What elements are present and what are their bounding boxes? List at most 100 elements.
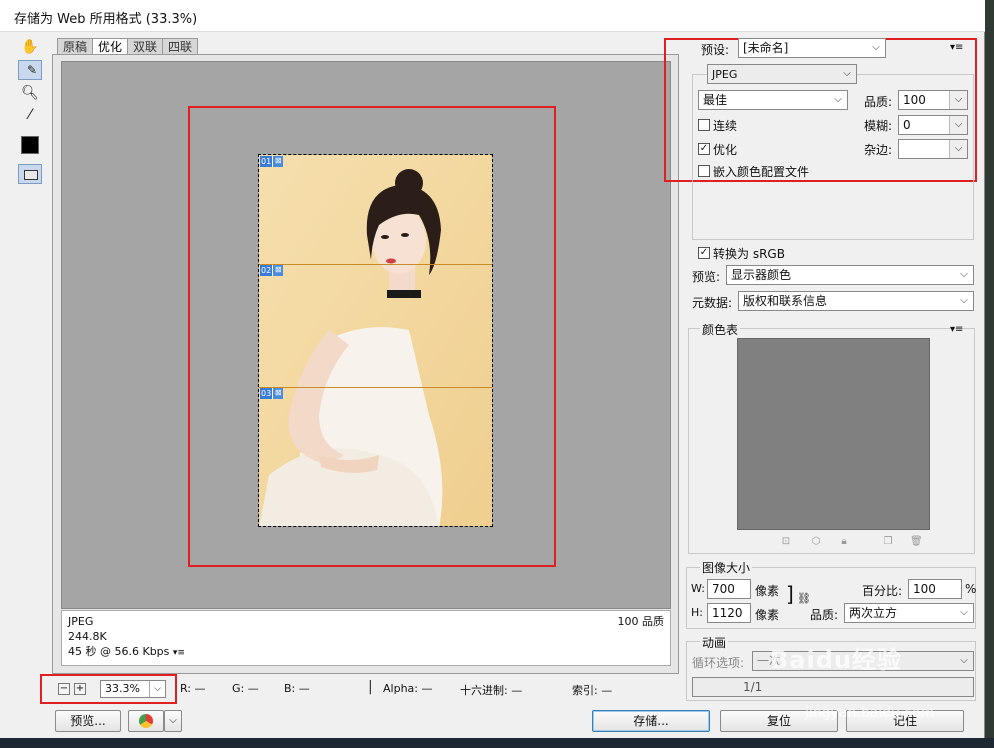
chevron-down-icon: ⌵ bbox=[960, 655, 968, 666]
frame-counter: 1/1 bbox=[743, 680, 763, 694]
preview-button[interactable]: 预览... bbox=[55, 710, 121, 732]
percent-unit: % bbox=[965, 582, 977, 596]
title-bar: 存储为 Web 所用格式 (33.3%) bbox=[0, 0, 985, 32]
optimized-checkbox[interactable]: ✓ bbox=[698, 143, 710, 155]
status-index: 索引: — bbox=[572, 684, 613, 697]
status-g: G: — bbox=[232, 682, 259, 695]
status-bar: − + 33.3% ⌵ R: — G: — B: — | Alpha: — 十六… bbox=[40, 676, 680, 702]
chevron-down-icon: ⌵ bbox=[169, 715, 177, 726]
optimized-label: 优化 bbox=[713, 143, 738, 157]
zoom-select[interactable]: 33.3% ⌵ bbox=[100, 680, 166, 698]
height-label: H: bbox=[691, 606, 703, 619]
menu-icon[interactable]: ▾≡ bbox=[173, 648, 185, 658]
quality-label: 品质: bbox=[864, 95, 893, 109]
background-window-edge bbox=[985, 0, 994, 748]
tab-4-up[interactable]: 四联 bbox=[162, 38, 199, 55]
watermark: Baidu经验 bbox=[770, 646, 902, 674]
web-shift-icon[interactable]: ⬡ bbox=[810, 536, 822, 548]
zoom-tool-icon[interactable]: 🔍︎ bbox=[18, 82, 42, 104]
preview-mode-label: 预览: bbox=[692, 270, 721, 284]
tab-2-up[interactable]: 双联 bbox=[127, 38, 164, 55]
hand-tool-icon[interactable]: ✋ bbox=[18, 36, 42, 58]
chevron-down-icon: ⌵ bbox=[960, 607, 968, 618]
eyedropper-tool-icon[interactable]: ⁄ bbox=[18, 104, 42, 126]
link-icon[interactable]: ⛓︎ bbox=[797, 592, 811, 605]
eyedropper-color-swatch[interactable] bbox=[21, 136, 39, 154]
map-color-icon[interactable]: ⊡ bbox=[780, 536, 792, 548]
tab-optimized[interactable]: 优化 bbox=[92, 38, 129, 55]
browser-icon bbox=[139, 714, 153, 728]
watermark-sub: jingyan.baidu.com bbox=[805, 705, 935, 721]
chevron-down-icon: ⌵ bbox=[949, 91, 967, 109]
width-unit: 像素 bbox=[755, 584, 780, 598]
color-table-title: 颜色表 bbox=[700, 321, 741, 338]
height-input[interactable]: 1120 bbox=[707, 603, 751, 623]
status-hex: 十六进制: — bbox=[460, 684, 523, 697]
preview-mode-select[interactable]: 显示器颜色 ⌵ bbox=[726, 265, 974, 285]
chevron-down-icon: ⌵ bbox=[960, 269, 968, 280]
quality-preset-select[interactable]: 最佳 ⌵ bbox=[698, 90, 848, 110]
divider: | bbox=[368, 679, 373, 695]
matte-select[interactable]: ⌵ bbox=[898, 139, 968, 159]
taskbar bbox=[0, 738, 994, 748]
image-size-title: 图像大小 bbox=[700, 559, 753, 576]
save-for-web-dialog: 存储为 Web 所用格式 (33.3%) ✋ ✎ 🔍︎ ⁄ 原稿 优化 双联 四… bbox=[0, 0, 985, 748]
status-r: R: — bbox=[180, 682, 206, 695]
save-button[interactable]: 存储... bbox=[592, 710, 710, 732]
browser-dropdown-button[interactable]: ⌵ bbox=[164, 710, 182, 732]
loop-label: 循环选项: bbox=[692, 656, 745, 670]
frame-controls: 1/1 bbox=[692, 677, 974, 697]
chevron-down-icon: ⌵ bbox=[843, 68, 851, 79]
chevron-down-icon: ⌵ bbox=[149, 681, 165, 697]
window-title: 存储为 Web 所用格式 (33.3%) bbox=[14, 12, 198, 27]
zoom-out-button[interactable]: − bbox=[58, 683, 70, 695]
info-size: 244.8K bbox=[68, 630, 107, 643]
width-label: W: bbox=[691, 582, 705, 595]
view-tabs: 原稿 优化 双联 四联 bbox=[57, 38, 199, 55]
percent-input[interactable]: 100 bbox=[908, 579, 962, 599]
chevron-down-icon: ⌵ bbox=[949, 140, 967, 158]
toggle-slices-visibility-icon[interactable] bbox=[18, 164, 42, 184]
chevron-down-icon: ⌵ bbox=[960, 295, 968, 306]
status-b: B: — bbox=[284, 682, 310, 695]
slice-select-tool-icon[interactable]: ✎ bbox=[18, 60, 42, 80]
constrain-bracket: ] bbox=[786, 582, 794, 606]
format-select[interactable]: JPEG ⌵ bbox=[707, 64, 857, 84]
annotation-box-image bbox=[188, 106, 556, 567]
toolbox: ✋ ✎ 🔍︎ ⁄ bbox=[14, 34, 46, 189]
trash-icon[interactable]: 🗑︎ bbox=[910, 536, 923, 548]
resample-select[interactable]: 两次立方 ⌵ bbox=[844, 603, 974, 623]
preset-menu-icon[interactable]: ▾≡ bbox=[950, 42, 963, 53]
chevron-down-icon: ⌵ bbox=[834, 94, 842, 105]
width-input[interactable]: 700 bbox=[707, 579, 751, 599]
browser-select-button[interactable] bbox=[128, 710, 164, 732]
optimization-info: JPEG 244.8K 45 秒 @ 56.6 Kbps ▾≡ 100 品质 bbox=[61, 610, 671, 666]
height-unit: 像素 bbox=[755, 608, 780, 622]
zoom-in-button[interactable]: + bbox=[74, 683, 86, 695]
embed-profile-checkbox[interactable] bbox=[698, 165, 710, 177]
metadata-select[interactable]: 版权和联系信息 ⌵ bbox=[738, 291, 974, 311]
status-alpha: Alpha: — bbox=[383, 682, 433, 695]
color-table[interactable] bbox=[737, 338, 930, 530]
info-format: JPEG bbox=[68, 615, 94, 628]
progressive-label: 连续 bbox=[713, 119, 738, 133]
blur-input[interactable]: 0 ⌵ bbox=[898, 115, 968, 135]
convert-srgb-checkbox[interactable]: ✓ bbox=[698, 247, 710, 259]
info-time: 45 秒 @ 56.6 Kbps ▾≡ bbox=[68, 645, 185, 658]
convert-srgb-label: 转换为 sRGB bbox=[713, 247, 785, 261]
progressive-checkbox[interactable] bbox=[698, 119, 710, 131]
animation-title: 动画 bbox=[700, 634, 729, 651]
tab-original[interactable]: 原稿 bbox=[57, 38, 94, 55]
quality-input[interactable]: 100 ⌵ bbox=[898, 90, 968, 110]
blur-label: 模糊: bbox=[864, 119, 893, 133]
preset-label: 预设: bbox=[701, 43, 730, 57]
preset-select[interactable]: [未命名] ⌵ bbox=[738, 38, 886, 58]
percent-label: 百分比: bbox=[862, 584, 903, 598]
lock-icon[interactable]: 🔒︎ bbox=[838, 536, 850, 548]
resample-label: 品质: bbox=[810, 608, 839, 622]
embed-profile-label: 嵌入颜色配置文件 bbox=[713, 165, 810, 179]
metadata-label: 元数据: bbox=[692, 296, 733, 310]
color-table-menu-icon[interactable]: ▾≡ bbox=[950, 324, 963, 335]
chevron-down-icon: ⌵ bbox=[872, 42, 880, 53]
new-color-icon[interactable]: ❐ bbox=[882, 536, 894, 548]
